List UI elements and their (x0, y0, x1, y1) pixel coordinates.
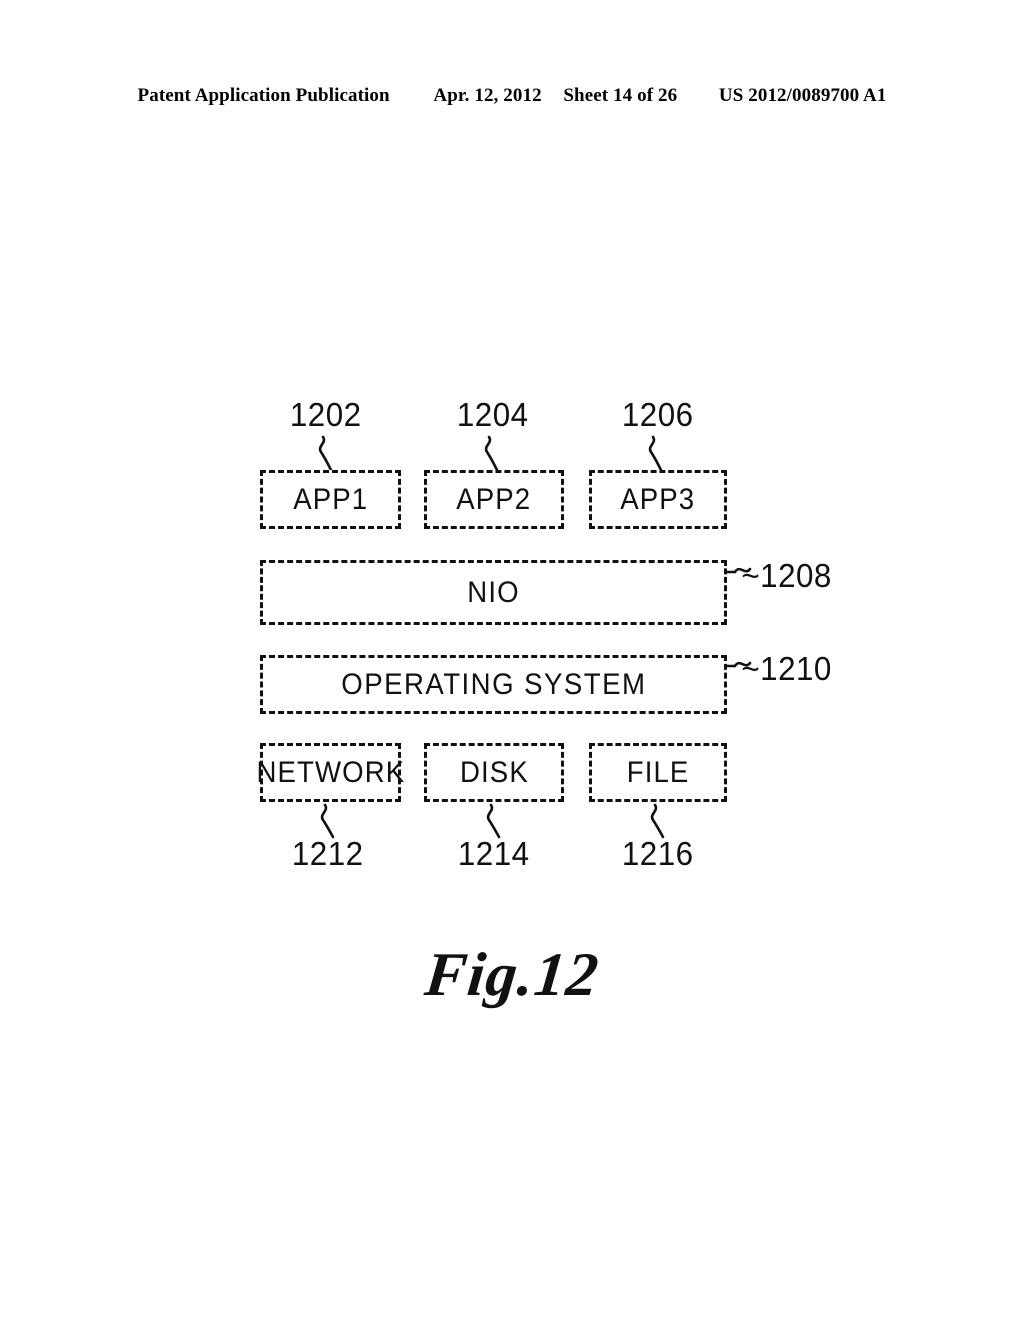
block-disk: DISK (424, 743, 564, 802)
block-network: NETWORK (256, 743, 404, 802)
leader-1212 (320, 803, 335, 839)
block-operating-system-label: OPERATING SYSTEM (340, 667, 647, 701)
leader-1206 (648, 435, 663, 472)
figure-caption: Fig.12 (421, 941, 603, 1009)
reference-numeral-1204: 1204 (456, 396, 529, 433)
reference-numeral-1210: ~1210 (741, 650, 832, 687)
reference-numeral-1216: 1216 (621, 835, 694, 872)
block-app2-label: APP2 (456, 482, 532, 516)
leader-1204 (484, 435, 499, 472)
reference-numeral-1202: 1202 (289, 396, 362, 433)
block-app2: APP2 (424, 470, 564, 529)
reference-numeral-1212: 1212 (291, 835, 364, 872)
reference-numeral-1206: 1206 (621, 396, 694, 433)
block-file-label: FILE (626, 755, 690, 789)
block-file: FILE (589, 743, 727, 802)
block-disk-label: DISK (459, 755, 529, 789)
block-operating-system: OPERATING SYSTEM (260, 655, 727, 714)
figure-12: 1202 1204 1206 APP1 APP2 APP3 NIO ~1208 … (0, 0, 1024, 1320)
reference-numeral-1214: 1214 (457, 835, 530, 872)
block-app3: APP3 (589, 470, 727, 529)
block-app1-label: APP1 (292, 482, 368, 516)
leader-1214 (486, 803, 501, 839)
block-network-label: NETWORK (256, 755, 405, 789)
reference-numeral-1208: ~1208 (741, 557, 832, 594)
leader-1216 (650, 803, 665, 839)
block-nio-label: NIO (467, 575, 520, 609)
block-app3-label: APP3 (620, 482, 696, 516)
block-app1: APP1 (260, 470, 401, 529)
block-nio: NIO (260, 560, 727, 625)
leader-1202 (318, 435, 333, 472)
